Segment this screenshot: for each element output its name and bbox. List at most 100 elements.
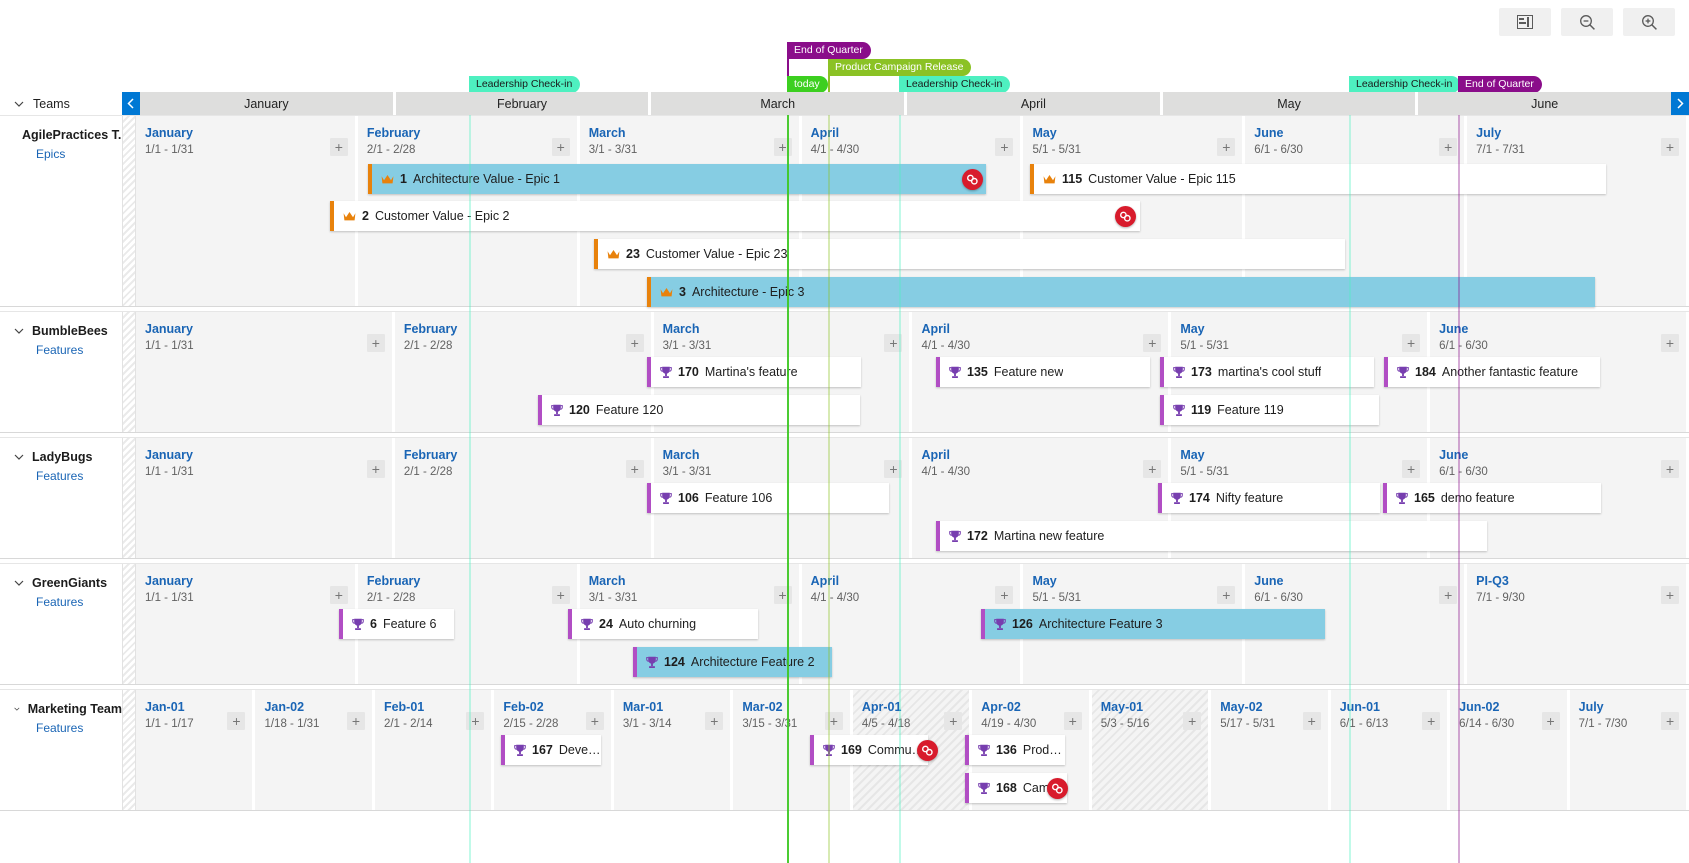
- add-item-button[interactable]: +: [773, 138, 792, 156]
- work-item-card[interactable]: 24 Auto churning: [568, 609, 758, 639]
- work-item-card[interactable]: 184 Another fantastic feature: [1384, 357, 1600, 387]
- work-item-card[interactable]: 173 martina's cool stuff: [1160, 357, 1374, 387]
- add-item-button[interactable]: +: [466, 712, 485, 730]
- zoom-out-button[interactable]: [1561, 8, 1613, 36]
- iteration-cell[interactable]: January 1/1 - 1/31 +: [136, 438, 392, 558]
- plan-grid[interactable]: AgilePractices T... Epics January 1/1 - 1/3…: [0, 115, 1689, 863]
- add-item-button[interactable]: +: [1402, 460, 1421, 478]
- work-item-card[interactable]: 170 Martina's feature: [647, 357, 861, 387]
- add-item-button[interactable]: +: [995, 138, 1014, 156]
- add-item-button[interactable]: +: [1660, 460, 1679, 478]
- work-item-card[interactable]: 169Communica...: [810, 735, 928, 765]
- add-item-button[interactable]: +: [1143, 334, 1162, 352]
- iteration-cell[interactable]: PI-Q3 7/1 - 9/30 +: [1467, 564, 1687, 684]
- add-item-button[interactable]: +: [995, 586, 1014, 604]
- dependency-badge[interactable]: [962, 169, 983, 190]
- iteration-cell[interactable]: July 7/1 - 7/30 +: [1569, 690, 1687, 810]
- add-item-button[interactable]: +: [366, 334, 385, 352]
- add-item-button[interactable]: +: [329, 586, 348, 604]
- add-item-button[interactable]: +: [824, 712, 843, 730]
- milestone-flag[interactable]: End of Quarter: [787, 42, 871, 59]
- work-item-card[interactable]: 6 Feature 6: [339, 609, 454, 639]
- add-item-button[interactable]: +: [625, 334, 644, 352]
- work-item-card[interactable]: 167 Develo...: [501, 735, 601, 765]
- work-item-card[interactable]: 126 Architecture Feature 3: [981, 609, 1325, 639]
- add-item-button[interactable]: +: [1661, 712, 1680, 730]
- iteration-cell[interactable]: January 1/1 - 1/31 +: [136, 116, 355, 306]
- add-item-button[interactable]: +: [1402, 334, 1421, 352]
- milestone-flag[interactable]: Product Campaign Release: [828, 59, 972, 76]
- add-item-button[interactable]: +: [944, 712, 963, 730]
- iteration-cell[interactable]: May-01 5/3 - 5/16 +: [1091, 690, 1209, 810]
- work-item-card[interactable]: 119 Feature 119: [1160, 395, 1379, 425]
- add-item-button[interactable]: +: [1661, 138, 1680, 156]
- iteration-cell[interactable]: Jun-01 6/1 - 6/13 +: [1330, 690, 1448, 810]
- work-item-card[interactable]: 2 Customer Value - Epic 2: [330, 201, 1140, 231]
- add-item-button[interactable]: +: [1439, 138, 1458, 156]
- work-item-card[interactable]: 174 Nifty feature: [1158, 483, 1380, 513]
- milestone-flag[interactable]: Leadership Check-in: [1349, 76, 1461, 93]
- team-backlog-link[interactable]: Features: [36, 721, 122, 735]
- team-backlog-link[interactable]: Features: [36, 595, 122, 609]
- add-item-button[interactable]: +: [1422, 712, 1441, 730]
- add-item-button[interactable]: +: [329, 138, 348, 156]
- add-item-button[interactable]: +: [1302, 712, 1321, 730]
- add-item-button[interactable]: +: [884, 334, 903, 352]
- team-name-row[interactable]: GreenGiants: [14, 576, 122, 590]
- add-item-button[interactable]: +: [1183, 712, 1202, 730]
- add-item-button[interactable]: +: [1217, 586, 1236, 604]
- milestone-flag[interactable]: End of Quarter: [1458, 76, 1542, 93]
- team-name-row[interactable]: Marketing Team: [14, 702, 122, 716]
- add-item-button[interactable]: +: [705, 712, 724, 730]
- milestone-flag[interactable]: today: [787, 76, 828, 93]
- dependency-badge[interactable]: [1115, 206, 1136, 227]
- milestone-flag[interactable]: Leadership Check-in: [899, 76, 1011, 93]
- add-item-button[interactable]: +: [551, 138, 570, 156]
- work-item-card[interactable]: 106 Feature 106: [647, 483, 889, 513]
- team-name-row[interactable]: LadyBugs: [14, 450, 122, 464]
- add-item-button[interactable]: +: [1143, 460, 1162, 478]
- iteration-cell[interactable]: Jun-02 6/14 - 6/30 +: [1450, 690, 1567, 810]
- iteration-cell[interactable]: February 2/1 - 2/28 +: [394, 438, 651, 558]
- add-item-button[interactable]: +: [346, 712, 365, 730]
- team-name-row[interactable]: BumbleBees: [14, 324, 122, 338]
- work-item-card[interactable]: 3 Architecture - Epic 3: [647, 277, 1595, 307]
- add-item-button[interactable]: +: [585, 712, 604, 730]
- iteration-cell[interactable]: January 1/1 - 1/31 +: [136, 564, 355, 684]
- add-item-button[interactable]: +: [1439, 586, 1458, 604]
- iteration-cell[interactable]: Jan-01 1/1 - 1/17 +: [136, 690, 253, 810]
- milestone-flag[interactable]: Leadership Check-in: [469, 76, 581, 93]
- add-item-button[interactable]: +: [1541, 712, 1560, 730]
- team-backlog-link[interactable]: Epics: [36, 147, 122, 161]
- add-item-button[interactable]: +: [551, 586, 570, 604]
- work-item-card[interactable]: 23 Customer Value - Epic 23: [594, 239, 1345, 269]
- add-item-button[interactable]: +: [1661, 586, 1680, 604]
- add-item-button[interactable]: +: [227, 712, 246, 730]
- zoom-in-button[interactable]: [1623, 8, 1675, 36]
- team-backlog-link[interactable]: Features: [36, 469, 122, 483]
- view-options-button[interactable]: [1499, 8, 1551, 36]
- add-item-button[interactable]: +: [884, 460, 903, 478]
- work-item-card[interactable]: 172 Martina new feature: [936, 521, 1487, 551]
- scroll-left-button[interactable]: [122, 92, 140, 115]
- iteration-cell[interactable]: January 1/1 - 1/31 +: [136, 312, 392, 432]
- team-name-row[interactable]: AgilePractices T...: [14, 128, 122, 142]
- iteration-cell[interactable]: Feb-01 2/1 - 2/14 +: [374, 690, 492, 810]
- add-item-button[interactable]: +: [366, 460, 385, 478]
- add-item-button[interactable]: +: [773, 586, 792, 604]
- add-item-button[interactable]: +: [625, 460, 644, 478]
- dependency-badge[interactable]: [1047, 778, 1068, 799]
- teams-header[interactable]: Teams: [0, 92, 122, 115]
- add-item-button[interactable]: +: [1660, 334, 1679, 352]
- work-item-card[interactable]: 120 Feature 120: [538, 395, 860, 425]
- add-item-button[interactable]: +: [1217, 138, 1236, 156]
- iteration-cell[interactable]: Jan-02 1/18 - 1/31 +: [255, 690, 372, 810]
- work-item-card[interactable]: 136 Produc...: [965, 735, 1065, 765]
- add-item-button[interactable]: +: [1063, 712, 1082, 730]
- iteration-cell[interactable]: Mar-01 3/1 - 3/14 +: [613, 690, 731, 810]
- scroll-right-button[interactable]: [1671, 92, 1689, 115]
- work-item-card[interactable]: 115 Customer Value - Epic 115: [1030, 164, 1606, 194]
- dependency-badge[interactable]: [917, 740, 938, 761]
- work-item-card[interactable]: 165 demo feature: [1383, 483, 1601, 513]
- work-item-card[interactable]: 124 Architecture Feature 2: [633, 647, 832, 677]
